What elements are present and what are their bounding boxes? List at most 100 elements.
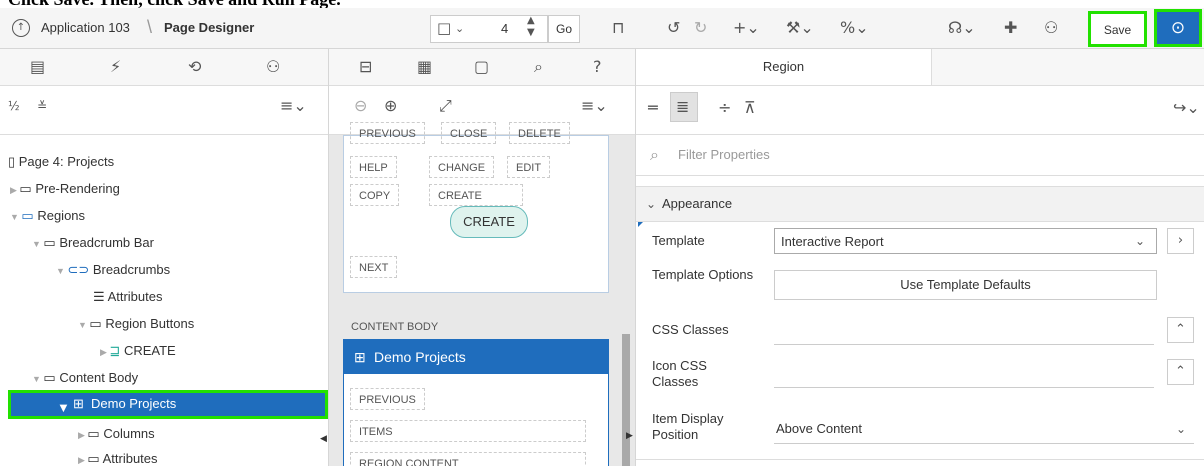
css-classes-label: CSS Classes bbox=[652, 322, 729, 337]
zoom-in-icon[interactable]: ⊕ bbox=[384, 96, 397, 116]
icon-css-classes-expand-button[interactable]: ⌃ bbox=[1167, 359, 1194, 385]
create-plus-icon[interactable]: +⌄ bbox=[733, 18, 760, 38]
show-all-button[interactable]: ≣ bbox=[670, 92, 698, 122]
filter-properties-input[interactable]: Filter Properties bbox=[678, 147, 770, 162]
demo-items-area[interactable]: ITEMS bbox=[350, 420, 586, 442]
tree-node-demo-projects-selected[interactable]: ▼ ⊞ Demo Projects bbox=[8, 390, 328, 419]
chevron-down-icon: ⌄ bbox=[646, 197, 657, 211]
demo-button-previous[interactable]: PREVIOUS bbox=[350, 388, 425, 410]
layout-button-edit[interactable]: EDIT bbox=[507, 156, 551, 178]
item-display-position-label: Item Display Position bbox=[652, 411, 724, 442]
layout-create-button[interactable]: CREATE bbox=[450, 206, 528, 238]
team-dev-icon[interactable]: ☊⌄ bbox=[948, 18, 976, 38]
css-classes-input[interactable] bbox=[774, 316, 1154, 345]
appearance-section-header[interactable]: ⌄ Appearance bbox=[636, 186, 1204, 222]
demo-projects-card[interactable]: ⊞ Demo Projects PREVIOUS ITEMS REGION CO… bbox=[343, 339, 609, 466]
template-label: Template bbox=[652, 233, 705, 248]
tree-node-breadcrumb-bar[interactable]: ▼ ▭ Breadcrumb Bar bbox=[32, 233, 154, 253]
template-go-button[interactable]: › bbox=[1167, 228, 1194, 254]
chevron-down-icon[interactable]: ▼ bbox=[32, 374, 43, 384]
redo-icon[interactable]: ↻ bbox=[694, 18, 707, 38]
undo-icon[interactable]: ↺ bbox=[667, 18, 680, 38]
chevron-down-icon[interactable]: ▼ bbox=[57, 400, 70, 415]
layout-scrollbar[interactable] bbox=[622, 334, 630, 466]
processing-tab-icon[interactable]: ⟲ bbox=[188, 57, 201, 77]
chevron-right-icon[interactable]: ▶ bbox=[78, 455, 87, 465]
tree-node-attributes-2[interactable]: ▶ ▭ Attributes bbox=[78, 449, 158, 466]
expand-icon[interactable]: ⤢ bbox=[439, 96, 452, 116]
save-and-run-button[interactable]: ⊙ bbox=[1154, 9, 1202, 47]
chevron-right-icon[interactable]: ▶ bbox=[100, 347, 109, 357]
template-select[interactable]: Interactive Report ⌄ bbox=[774, 228, 1157, 254]
tree-node-breadcrumbs[interactable]: ▼ ⊂⊃ Breadcrumbs bbox=[56, 260, 170, 280]
menu-icon[interactable]: ≡⌄ bbox=[280, 96, 307, 116]
layout-button-create-label[interactable]: CREATE bbox=[429, 184, 523, 206]
demo-region-content-area[interactable]: REGION CONTENT bbox=[350, 452, 586, 466]
layout-button-delete[interactable]: DELETE bbox=[509, 122, 570, 144]
demo-projects-header[interactable]: ⊞ Demo Projects bbox=[344, 340, 608, 374]
layout-button-change[interactable]: CHANGE bbox=[429, 156, 495, 178]
tree-node-region-buttons[interactable]: ▼ ▭ Region Buttons bbox=[78, 314, 194, 334]
tab-region[interactable]: Region bbox=[636, 49, 932, 85]
shared-components-icon[interactable]: %⌄ bbox=[840, 18, 869, 38]
tree-node-pre-rendering[interactable]: ▶ ▭ Pre-Rendering bbox=[10, 179, 120, 199]
chevron-right-icon[interactable]: ▶ bbox=[78, 430, 87, 440]
css-classes-expand-button[interactable]: ⌃ bbox=[1167, 317, 1194, 343]
content-body-label: CONTENT BODY bbox=[351, 321, 439, 333]
unlock-icon[interactable]: ⊓ bbox=[612, 18, 624, 38]
page-icon: □ bbox=[437, 19, 452, 37]
tree-node-regions[interactable]: ▼ ▭ Regions bbox=[10, 206, 85, 226]
layout-button-copy[interactable]: COPY bbox=[350, 184, 400, 206]
chevron-down-icon[interactable]: ⌄ bbox=[455, 19, 464, 39]
layout-button-help[interactable]: HELP bbox=[350, 156, 397, 178]
rendering-tab-icon[interactable]: ▤ bbox=[30, 57, 45, 77]
tree-node-create-button[interactable]: ▶ ⊒ CREATE bbox=[100, 341, 176, 361]
group-by-component-icon[interactable]: ½ bbox=[8, 96, 20, 116]
tree-node-columns[interactable]: ▶ ▭ Columns bbox=[78, 424, 155, 444]
show-common-icon[interactable]: ═ bbox=[648, 98, 658, 118]
search-icon[interactable]: ⌕ bbox=[534, 57, 543, 77]
chevron-right-icon[interactable]: ▶ bbox=[10, 185, 19, 195]
tree-node-content-body[interactable]: ▼ ▭ Content Body bbox=[32, 368, 138, 388]
expand-all-icon[interactable]: ⊼ bbox=[744, 98, 756, 118]
chevron-down-icon[interactable]: ▼ bbox=[78, 320, 89, 330]
shared-components-tab-icon[interactable]: ⚇ bbox=[266, 57, 280, 77]
up-arrow-icon[interactable]: ↑ bbox=[12, 19, 30, 37]
page-selector[interactable]: □ ⌄ 4 ▲ ▼ bbox=[430, 15, 548, 43]
breadcrumb-icon: ⊂⊃ bbox=[67, 262, 93, 277]
chevron-down-icon[interactable]: ▼ bbox=[56, 266, 67, 276]
comments-icon[interactable]: ✚ bbox=[1004, 18, 1017, 38]
layout-tab-icon[interactable]: ⊟ bbox=[359, 57, 372, 77]
collapse-all-icon[interactable]: ÷ bbox=[718, 98, 731, 118]
help-icon[interactable]: ? bbox=[593, 57, 602, 77]
component-view-icon[interactable]: ▦ bbox=[417, 57, 432, 77]
layout-button-next[interactable]: NEXT bbox=[350, 256, 398, 278]
folder-open-icon: ▭ bbox=[89, 316, 106, 331]
shared-tree-icon[interactable]: ⚇ bbox=[1044, 18, 1058, 38]
layout-button-close[interactable]: CLOSE bbox=[441, 122, 497, 144]
messages-icon[interactable]: ▢ bbox=[474, 57, 489, 77]
dynamic-actions-tab-icon[interactable]: ⚡ bbox=[110, 57, 121, 77]
breadcrumb-application[interactable]: Application 103 bbox=[41, 20, 130, 35]
stepper-down-icon[interactable]: ▼ bbox=[527, 27, 535, 39]
layout-button-previous[interactable]: PREVIOUS bbox=[350, 122, 425, 144]
stepper-up-icon[interactable]: ▲ bbox=[527, 15, 535, 27]
use-template-defaults-button[interactable]: Use Template Defaults bbox=[774, 270, 1157, 300]
tree-node-attributes[interactable]: ☰ Attributes bbox=[93, 287, 162, 307]
tab-empty-area bbox=[932, 49, 1204, 85]
chevron-down-icon[interactable]: ▼ bbox=[32, 239, 43, 249]
chevron-down-icon[interactable]: ▼ bbox=[10, 212, 21, 222]
menu-icon[interactable]: ≡⌄ bbox=[581, 96, 608, 116]
page-number-input[interactable]: 4 bbox=[501, 21, 508, 36]
tree-node-page[interactable]: ▯ Page 4: Projects bbox=[8, 152, 114, 172]
icon-css-classes-input[interactable] bbox=[774, 359, 1154, 388]
splitter-right-arrow-icon[interactable]: ▶ bbox=[626, 426, 633, 446]
group-by-order-icon[interactable]: ≚ bbox=[37, 96, 47, 116]
item-display-position-select[interactable]: Above Content ⌄ bbox=[774, 415, 1194, 444]
go-to-group-icon[interactable]: ↪⌄ bbox=[1173, 98, 1200, 118]
go-button[interactable]: Go bbox=[548, 15, 580, 43]
splitter-left-arrow-icon[interactable]: ◀ bbox=[320, 429, 327, 449]
save-button[interactable]: Save bbox=[1088, 11, 1147, 47]
zoom-out-icon[interactable]: ⊖ bbox=[354, 96, 367, 116]
utilities-wrench-icon[interactable]: ⚒⌄ bbox=[786, 18, 814, 38]
